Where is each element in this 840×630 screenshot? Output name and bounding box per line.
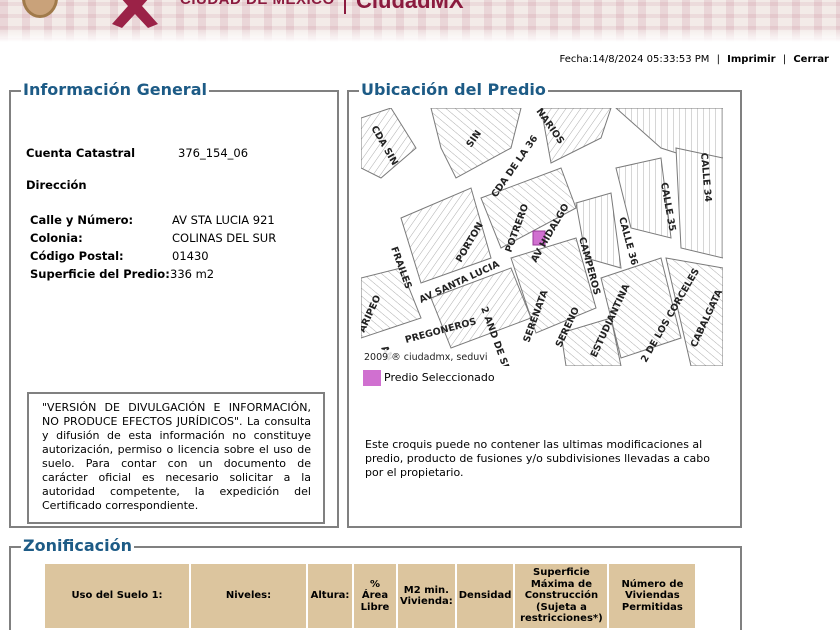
close-link[interactable]: Cerrar [793, 54, 829, 65]
superficie-label: Superficie del Predio: [30, 267, 170, 281]
info-general-panel: Información General Cuenta Catastral 376… [9, 80, 339, 528]
cp-label: Código Postal: [30, 249, 124, 263]
fecha-label: Fecha: [559, 54, 593, 65]
direccion-label: Dirección [26, 178, 87, 192]
colonia-label: Colonia: [30, 231, 83, 245]
map-legend: Predio Seleccionado [363, 370, 495, 386]
colonia-row: Colonia: COLINAS DEL SUR [30, 231, 276, 245]
table-header-row: Uso del Suelo 1: Niveles: Altura: % Área… [45, 564, 696, 628]
superficie-row: Superficie del Predio: 336 m2 [30, 267, 214, 281]
disclaimer-box: "VERSIÓN DE DIVULGACIÓN E INFORMACIÓN, N… [27, 392, 325, 524]
column-header: M2 min. Vivienda: [398, 564, 455, 628]
colonia-value: COLINAS DEL SUR [172, 231, 277, 245]
cp-row: Código Postal: 01430 [30, 249, 209, 263]
column-header: Uso del Suelo 1: [45, 564, 189, 628]
column-header: Superficie Máxima de Construcción (Sujet… [515, 564, 608, 628]
predio-swatch-icon [363, 370, 381, 386]
cdmx-logo-icon [112, 0, 158, 28]
print-link[interactable]: Imprimir [727, 54, 775, 65]
calle-value: AV STA LUCIA 921 [172, 213, 275, 227]
superficie-value: 336 m2 [170, 267, 215, 281]
map-credit: 2009 ® ciudadmx, seduvi [364, 352, 488, 363]
legend-label: Predio Seleccionado [384, 371, 495, 384]
map-svg: CDA SIN SIN NARIOS CDA DE LA 36 AV HIDAL… [361, 108, 723, 366]
zonificacion-title: Zonificación [21, 536, 134, 555]
header-banner: CIUDAD DE MÉXICO CiudadMX [0, 0, 840, 42]
zonificacion-table: Uso del Suelo 1: Niveles: Altura: % Área… [43, 562, 697, 630]
fecha-value: 14/8/2024 05:33:53 PM [592, 54, 710, 65]
cp-value: 01430 [172, 249, 209, 263]
info-general-title: Información General [21, 80, 209, 99]
column-header: Densidad [456, 564, 514, 628]
column-header: Altura: [308, 564, 352, 628]
header-divider [344, 0, 346, 14]
croquis-note: Este croquis puede no contener las ultim… [365, 438, 710, 479]
ubicacion-panel: Ubicación del Predio CDA SIN SIN NARIOS … [347, 80, 742, 528]
header-brand-text: CiudadMX [356, 0, 464, 13]
calle-label: Calle y Número: [30, 213, 134, 227]
ubicacion-title: Ubicación del Predio [359, 80, 548, 99]
cuenta-catastral-label: Cuenta Catastral [26, 146, 136, 160]
top-toolbar: Fecha:14/8/2024 05:33:53 PM | Imprimir |… [559, 54, 829, 65]
header-city-text: CIUDAD DE MÉXICO [180, 0, 335, 8]
column-header: % Área Libre [354, 564, 396, 628]
seal-logo-icon [22, 0, 58, 18]
zonificacion-panel: Zonificación Uso del Suelo 1: Niveles: A… [9, 536, 742, 630]
cuenta-catastral-value: 376_154_06 [178, 146, 249, 160]
location-map[interactable]: CDA SIN SIN NARIOS CDA DE LA 36 AV HIDAL… [361, 108, 723, 366]
column-header: Niveles: [191, 564, 306, 628]
calle-row: Calle y Número: AV STA LUCIA 921 [30, 213, 275, 227]
column-header: Número de Viviendas Permitidas [609, 564, 696, 628]
